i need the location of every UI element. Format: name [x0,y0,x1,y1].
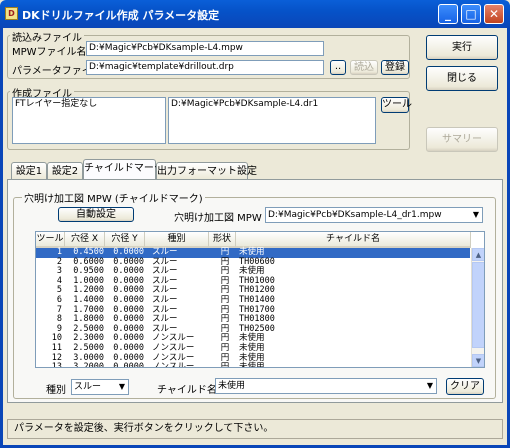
child-name-value: 未使用 [218,381,246,391]
chevron-down-icon[interactable]: ▼ [423,379,436,393]
scroll-up-icon[interactable]: ▲ [472,248,484,261]
mpw-file-label: MPWファイル名 [12,47,87,58]
cell-child-name: 未使用 [239,343,265,353]
auto-setting-button[interactable]: 自動設定 [58,207,134,222]
table-body: 1 0.4500 0.0000 スルー円未使用 2 0.6000 0.0000 スルー円 TH0… [36,247,470,368]
column-header-tool[interactable]: ツール [36,232,65,248]
layer-list[interactable]: FTレイヤー指定なし [12,97,166,144]
maximize-button[interactable]: □ [461,4,481,24]
column-header-type[interactable]: 種別 [145,232,209,248]
tool-table[interactable]: ツール 穴径 X 穴径 Y 種別 形状 チャイルド名 1 0.4500 0.0000… [35,231,485,368]
column-header-hole-y[interactable]: 穴径 Y [105,232,145,248]
register-button[interactable]: 登録 [381,60,409,75]
child-name-label: チャイルド名 [157,385,217,396]
column-header-hole-x[interactable]: 穴径 X [65,232,105,248]
tool-button[interactable]: ツール [381,97,412,113]
cell-child-name: 未使用 [239,333,265,344]
app-icon: D [5,7,18,20]
summary-button[interactable]: サマリー [426,127,498,152]
tab-output-format[interactable]: 出力フォーマット設定 [156,162,257,179]
type-label: 種別 [46,385,66,396]
column-header-child-name[interactable]: チャイルド名 [236,232,471,248]
scroll-thumb[interactable] [472,262,484,348]
scroll-down-icon[interactable]: ▼ [472,354,484,367]
run-button[interactable]: 実行 [426,35,498,60]
type-value: スルー [74,382,102,392]
chevron-down-icon[interactable]: ▼ [115,380,128,394]
column-header-shape[interactable]: 形状 [209,232,236,248]
cell-tool: 13 [51,362,62,368]
tab-settings-2[interactable]: 設定2 [47,162,83,179]
chevron-down-icon[interactable]: ▼ [469,208,482,222]
cell-hole-x: 3.2000 [73,362,104,368]
child-name-select[interactable]: 未使用 [215,378,437,394]
close-button[interactable]: 閉じる [426,66,498,91]
param-file-field[interactable]: D:¥magic¥template¥drillout.drp [86,60,324,75]
vertical-scrollbar[interactable]: ▲ ▼ [471,248,484,367]
cell-child-name: 未使用 [239,352,265,363]
cell-child-name: TH02500 [239,323,275,334]
output-file-list[interactable]: D:¥Magic¥Pcb¥DKsample-L4.dr1 [168,97,376,144]
tab-settings-1[interactable]: 設定1 [11,162,47,179]
child-mark-group-label: 穴明け加工図 MPW (チャイルドマーク) [22,190,205,205]
table-row[interactable]: 13 3.2000 0.0000 ノンスルー 円 未使用 [36,362,470,368]
minimize-button[interactable]: _ [438,4,458,24]
window-title: DKドリルファイル作成 パラメータ設定 [22,9,220,22]
cell-child-name: 未使用 [239,362,265,368]
drill-mpw-select[interactable]: D:¥Magic¥Pcb¥DKsample-L4_dr1.mpw [265,207,483,223]
drill-mpw-value: D:¥Magic¥Pcb¥DKsample-L4_dr1.mpw [268,210,442,220]
cell-hole-y: 0.0000 [113,362,144,368]
cell-child-name: TH00600 [239,256,275,267]
read-file-group-label: 読込みファイル [10,29,84,44]
status-bar: パラメータを設定後、実行ボタンをクリックして下さい。 [7,419,503,439]
mpw-file-field[interactable]: D:¥Magic¥Pcb¥DKsample-L4.mpw [86,41,324,56]
cell-type: ノンスルー [152,362,195,368]
load-button[interactable]: 読込 [350,60,378,75]
browse-button[interactable]: .. [330,60,346,75]
clear-button[interactable]: クリア [446,378,484,395]
cell-shape: 円 [220,362,230,368]
close-window-button[interactable]: ✕ [484,4,504,24]
drill-mpw-label: 穴明け加工図 MPW [174,213,262,224]
tab-child-mark[interactable]: チャイルドマーク [83,159,164,179]
status-text: パラメータを設定後、実行ボタンをクリックして下さい。 [14,423,274,434]
